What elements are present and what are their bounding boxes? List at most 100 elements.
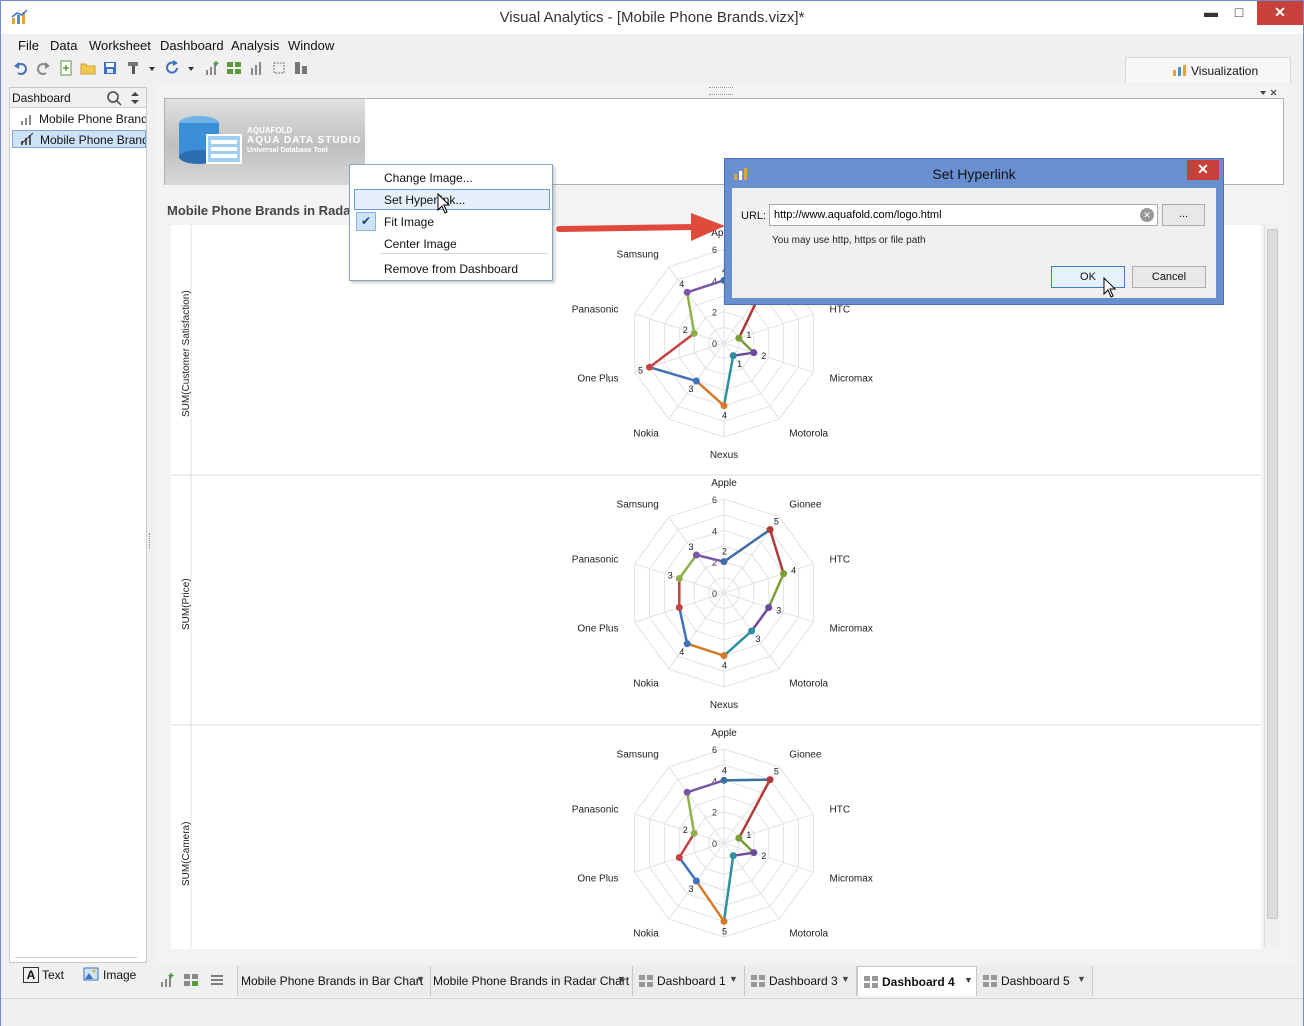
undo-icon[interactable] — [13, 60, 29, 76]
tab-dashboard-5[interactable]: Dashboard 5 ▼ — [977, 966, 1093, 996]
open-folder-icon[interactable] — [80, 60, 96, 76]
radar-data-point — [683, 288, 691, 296]
add-dashboard-icon[interactable] — [226, 60, 242, 76]
image-panel-controls-icon[interactable] — [1258, 88, 1278, 98]
minimize-button[interactable]: ▬ — [1197, 1, 1225, 25]
annotation-arrow-icon — [556, 213, 725, 241]
add-worksheet-tab-icon[interactable] — [159, 972, 175, 988]
radar-data-point — [692, 877, 700, 885]
chart-icon[interactable] — [249, 60, 265, 76]
rotate-icon[interactable] — [271, 60, 287, 76]
radar-data-label: 4 — [679, 279, 684, 289]
chevron-down-icon[interactable]: ▼ — [617, 974, 626, 984]
radar-tick-label: 0 — [712, 839, 717, 849]
menu-bar: File Data Worksheet Dashboard Analysis W… — [1, 35, 1303, 55]
tab-dashboard-1[interactable]: Dashboard 1 ▼ — [633, 966, 745, 996]
visualization-tab[interactable]: Visualization — [1125, 57, 1291, 83]
tab-label: Mobile Phone Brands in Radar Chart — [433, 974, 630, 988]
menu-item-set-hyperlink[interactable]: Set Hyperlink... — [354, 189, 550, 210]
redo-icon[interactable] — [35, 60, 51, 76]
tab-dashboard-4[interactable]: Dashboard 4 ▼ — [857, 966, 977, 996]
format-brush-icon[interactable] — [126, 60, 142, 76]
chevron-down-icon[interactable]: ▼ — [1077, 974, 1086, 984]
menu-analysis[interactable]: Analysis — [231, 38, 279, 53]
radar-category-label: Micromax — [829, 373, 872, 384]
vertical-scrollbar[interactable] — [1264, 225, 1280, 947]
radar-data-point — [675, 574, 683, 582]
radar-data-label: 5 — [774, 517, 779, 527]
save-icon[interactable] — [102, 60, 118, 76]
clear-icon[interactable]: ✕ — [1140, 208, 1154, 222]
tab-bar-chart[interactable]: Mobile Phone Brands in Bar Chart ▼ — [237, 966, 431, 996]
menu-window[interactable]: Window — [288, 38, 334, 53]
row-label-price: SUM(Price) — [181, 578, 192, 630]
radar-category-label: Motorola — [789, 929, 828, 940]
add-worksheet-icon[interactable] — [204, 60, 220, 76]
dialog-close-button[interactable]: ✕ — [1187, 160, 1219, 180]
radar-series-segment — [750, 606, 770, 632]
radar-data-label: 2 — [761, 851, 766, 861]
chevron-down-icon[interactable]: ▼ — [416, 974, 425, 984]
aquafold-logo[interactable]: AQUAFOLD AQUA DATA STUDIO Universal Data… — [165, 99, 365, 185]
radar-category-label: HTC — [829, 805, 850, 816]
close-button[interactable]: ✕ — [1257, 1, 1303, 25]
radar-chart-icon — [20, 132, 34, 145]
add-dashboard-tab-icon[interactable] — [183, 972, 199, 988]
radar-category-label: Apple — [711, 478, 737, 489]
tab-label: Dashboard 1 — [657, 974, 726, 988]
tab-dashboard-3[interactable]: Dashboard 3 ▼ — [745, 966, 857, 996]
chevron-down-icon[interactable] — [187, 60, 195, 76]
radar-category-label: HTC — [829, 305, 850, 316]
sort-icon[interactable] — [130, 91, 140, 105]
sidebar-item-radar-chart[interactable]: Mobile Phone Brands in Radar Chart — [12, 130, 146, 148]
dialog-title-bar[interactable]: Set Hyperlink ✕ — [725, 159, 1223, 187]
panel-title: Dashboard — [12, 91, 71, 105]
scrollbar-thumb[interactable] — [1267, 229, 1278, 919]
tab-list-icon[interactable] — [209, 972, 225, 988]
new-file-icon[interactable] — [58, 60, 74, 76]
image-context-menu: Change Image... Set Hyperlink... ✔ Fit I… — [349, 164, 553, 281]
drag-handle[interactable] — [709, 87, 733, 95]
text-icon[interactable]: A — [23, 967, 39, 983]
add-image-button[interactable]: Image — [103, 968, 136, 982]
menu-file[interactable]: File — [18, 38, 39, 53]
sidebar-item-bar-chart[interactable]: Mobile Phone Brands in Bar Chart — [12, 110, 146, 128]
menu-data[interactable]: Data — [50, 38, 77, 53]
menu-item-remove-from-dashboard[interactable]: Remove from Dashboard — [354, 258, 550, 279]
title-bar[interactable]: Visual Analytics - [Mobile Phone Brands.… — [1, 1, 1303, 34]
chevron-down-icon[interactable]: ▼ — [964, 975, 973, 985]
browse-button[interactable]: ... — [1162, 204, 1205, 226]
cancel-button[interactable]: Cancel — [1132, 266, 1206, 288]
url-input[interactable] — [769, 204, 1158, 226]
panel-splitter[interactable] — [148, 87, 153, 963]
presentation-icon[interactable] — [293, 60, 309, 76]
bar-chart-icon — [21, 115, 31, 125]
radar-data-label: 1 — [746, 330, 751, 340]
radar-chart[interactable]: 0246AppleGioneeHTCMicromaxMotorolaNexusN… — [171, 225, 1261, 961]
menu-item-center-image[interactable]: Center Image — [354, 233, 550, 254]
radar-series-segment — [648, 332, 695, 369]
image-icon[interactable] — [83, 967, 99, 981]
add-text-button[interactable]: Text — [42, 968, 64, 982]
maximize-button[interactable]: □ — [1225, 1, 1253, 25]
chevron-down-icon[interactable]: ▼ — [729, 974, 738, 984]
menu-item-fit-image[interactable]: ✔ Fit Image — [354, 211, 550, 232]
tab-radar-chart[interactable]: Mobile Phone Brands in Radar Chart ▼ — [431, 966, 633, 996]
radar-category-label: Nokia — [633, 429, 659, 440]
chevron-down-icon[interactable] — [148, 60, 156, 76]
menu-item-label: Center Image — [384, 237, 457, 251]
radar-data-point — [720, 558, 728, 566]
radar-series-segment — [685, 792, 696, 834]
menu-item-label: Change Image... — [384, 171, 473, 185]
radar-tick-label: 2 — [712, 308, 717, 318]
chevron-down-icon[interactable]: ▼ — [841, 974, 850, 984]
radar-data-point — [720, 917, 728, 925]
menu-worksheet[interactable]: Worksheet — [89, 38, 151, 53]
menu-item-change-image[interactable]: Change Image... — [354, 167, 550, 188]
menu-dashboard[interactable]: Dashboard — [160, 38, 224, 53]
search-icon[interactable] — [106, 90, 122, 106]
refresh-icon[interactable] — [164, 60, 180, 76]
radar-data-point — [675, 604, 683, 612]
radar-category-label: Panasonic — [572, 305, 619, 316]
radar-data-label: 2 — [683, 825, 688, 835]
